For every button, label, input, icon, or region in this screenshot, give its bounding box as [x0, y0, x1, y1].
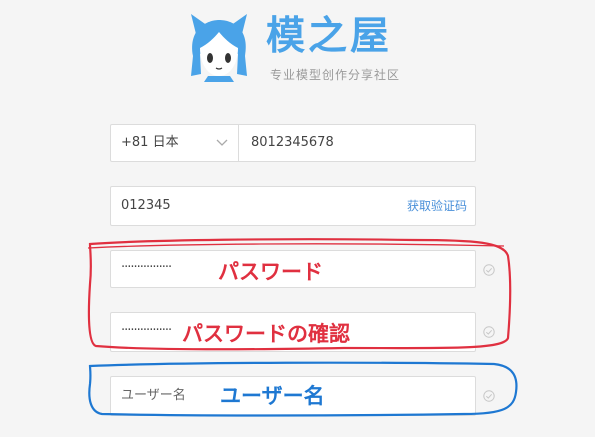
chevron-down-icon: [216, 139, 228, 146]
get-code-button[interactable]: 获取验证码: [407, 187, 467, 225]
phone-field: +81 日本 8012345678: [110, 124, 476, 162]
site-logo[interactable]: 模之屋 专业模型创作分享社区: [184, 10, 414, 82]
password-annotation-label: パスワード: [218, 260, 323, 284]
country-code-select[interactable]: +81 日本: [111, 125, 239, 161]
phone-input[interactable]: 8012345678: [251, 125, 334, 161]
brand-name: 模之屋: [266, 14, 393, 59]
country-code-value: +81 日本: [121, 135, 179, 150]
verification-code-input[interactable]: 012345: [121, 187, 171, 225]
mascot-logo-icon: [191, 14, 247, 82]
username-annotation-label: ユーザー名: [220, 384, 325, 408]
brand-slogan: 专业模型创作分享社区: [270, 68, 401, 82]
verification-code-field: 012345 获取验证码: [110, 186, 476, 226]
password-confirm-annotation-label: パスワードの確認: [182, 322, 350, 346]
